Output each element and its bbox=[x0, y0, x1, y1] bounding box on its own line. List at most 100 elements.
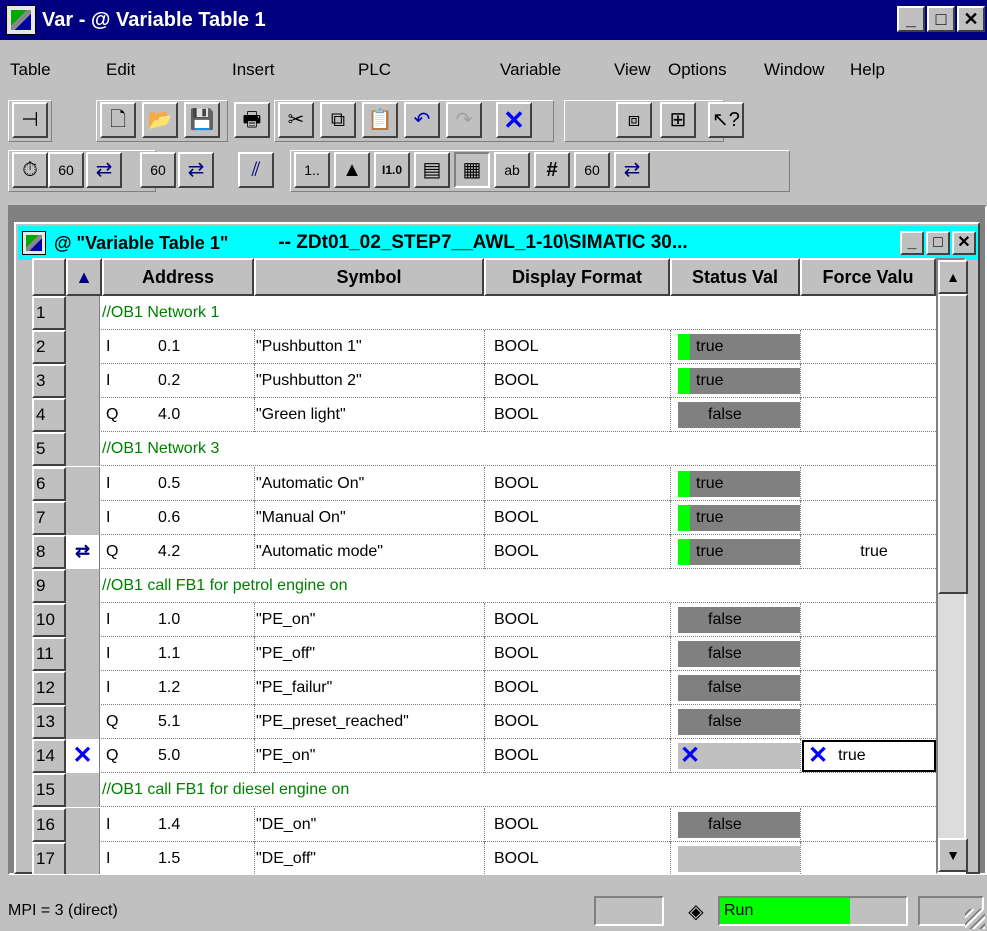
address-cell[interactable]: 0.1 bbox=[158, 330, 238, 364]
app-icon[interactable] bbox=[6, 5, 36, 35]
corner-header[interactable] bbox=[32, 258, 66, 296]
operand-cell[interactable]: I bbox=[106, 330, 136, 364]
save-icon[interactable]: 💾 bbox=[184, 102, 220, 138]
minimize-button[interactable]: _ bbox=[897, 6, 925, 32]
operand-cell[interactable]: I bbox=[106, 637, 136, 671]
operand-cell[interactable]: Q bbox=[106, 535, 136, 569]
operand-cell[interactable]: I bbox=[106, 501, 136, 535]
cut-icon[interactable]: ✂ bbox=[278, 102, 314, 138]
comment-cell[interactable]: //OB1 Network 3 bbox=[102, 432, 219, 466]
table-row[interactable]: 9 //OB1 call FB1 for petrol engine on bbox=[32, 568, 936, 603]
table-row[interactable]: 6 I 0.5 "Automatic On" BOOL true bbox=[32, 466, 936, 501]
modify-icon[interactable]: ⇄ bbox=[86, 152, 122, 188]
help-pointer-icon[interactable]: ↖? bbox=[708, 102, 744, 138]
open-folder-icon[interactable]: 📂 bbox=[142, 102, 178, 138]
table-row[interactable]: 2 I 0.1 "Pushbutton 1" BOOL true bbox=[32, 330, 936, 365]
force-value-cell[interactable] bbox=[802, 671, 932, 705]
address-cell[interactable]: 5.1 bbox=[158, 705, 238, 739]
table-row[interactable]: 1 //OB1 Network 1 bbox=[32, 296, 936, 330]
force-value-cell[interactable] bbox=[802, 603, 932, 637]
glasses-icon[interactable]: 60 bbox=[48, 152, 84, 188]
address-cell[interactable]: 1.1 bbox=[158, 637, 238, 671]
symbol-cell[interactable]: "PE_off" bbox=[256, 637, 482, 671]
column-address-icon[interactable]: 1.. bbox=[294, 152, 330, 188]
display-format-cell[interactable]: BOOL bbox=[494, 637, 664, 671]
table-row[interactable]: 8 ⇄ Q 4.2 "Automatic mode" BOOL true true bbox=[32, 534, 936, 569]
scroll-up-icon[interactable]: ▲ bbox=[938, 260, 968, 294]
force-value-cell[interactable] bbox=[802, 398, 932, 432]
symbol-cell[interactable]: "Pushbutton 2" bbox=[256, 364, 482, 398]
address-cell[interactable]: 1.0 bbox=[158, 603, 238, 637]
display-format-cell[interactable]: BOOL bbox=[494, 467, 664, 501]
menu-insert[interactable]: Insert bbox=[232, 60, 275, 80]
monitor-clock-icon[interactable]: ⏱ bbox=[12, 152, 48, 188]
redo-icon[interactable]: ↷ bbox=[446, 102, 482, 138]
modify-peripheral-icon[interactable]: ⫽ bbox=[238, 152, 274, 188]
operand-cell[interactable]: Q bbox=[106, 398, 136, 432]
address-cell[interactable]: 4.0 bbox=[158, 398, 238, 432]
new-file-icon[interactable]: 🗋 bbox=[100, 102, 136, 138]
row-number[interactable]: 3 bbox=[32, 364, 66, 399]
column-operand-icon[interactable]: ▲ bbox=[334, 152, 370, 188]
symbol-cell[interactable]: "Automatic On" bbox=[256, 467, 482, 501]
symbol-cell[interactable]: "PE_on" bbox=[256, 603, 482, 637]
column-status-glasses-icon[interactable]: 60 bbox=[574, 152, 610, 188]
table-row[interactable]: 15 //OB1 call FB1 for diesel engine on bbox=[32, 773, 936, 808]
column-header-display-format[interactable]: Display Format bbox=[484, 258, 670, 296]
display-format-cell[interactable]: BOOL bbox=[494, 364, 664, 398]
address-cell[interactable]: 0.6 bbox=[158, 501, 238, 535]
table-row[interactable]: 17 I 1.5 "DE_off" BOOL bbox=[32, 841, 936, 874]
menu-variable[interactable]: Variable bbox=[500, 60, 561, 80]
child-title-bar[interactable]: @ "Variable Table 1" -- ZDt01_02_STEP7__… bbox=[18, 226, 978, 260]
column-format-icon[interactable]: ▦ bbox=[454, 152, 490, 188]
row-number[interactable]: 14 bbox=[32, 739, 66, 774]
close-button[interactable]: ✕ bbox=[957, 6, 985, 32]
display-format-cell[interactable]: BOOL bbox=[494, 808, 664, 842]
column-status-icon[interactable]: # bbox=[534, 152, 570, 188]
pin-icon[interactable]: ⊣ bbox=[12, 102, 48, 138]
row-number[interactable]: 6 bbox=[32, 466, 66, 501]
operand-cell[interactable]: I bbox=[106, 842, 136, 874]
table-row[interactable]: 14 ✕ Q 5.0 "PE_on" BOOL ✕ ✕ true bbox=[32, 739, 936, 774]
symbol-cell[interactable]: "PE_failur" bbox=[256, 671, 482, 705]
force-value-cell[interactable] bbox=[802, 467, 932, 501]
copy-icon[interactable]: ⧉ bbox=[320, 102, 356, 138]
column-header-force-value[interactable]: Force Valu bbox=[800, 258, 936, 296]
table-icon[interactable] bbox=[22, 231, 46, 255]
column-modify-icon[interactable]: ⇄ bbox=[614, 152, 650, 188]
table-row[interactable]: 4 Q 4.0 "Green light" BOOL false bbox=[32, 398, 936, 433]
operand-cell[interactable]: I bbox=[106, 808, 136, 842]
menu-edit[interactable]: Edit bbox=[106, 60, 135, 80]
child-maximize-button[interactable]: □ bbox=[926, 231, 950, 255]
force-value-cell[interactable] bbox=[802, 637, 932, 671]
force-value-cell[interactable] bbox=[802, 808, 932, 842]
operand-cell[interactable]: I bbox=[106, 364, 136, 398]
force-value-cell[interactable] bbox=[802, 330, 932, 364]
table-row[interactable]: 3 I 0.2 "Pushbutton 2" BOOL true bbox=[32, 364, 936, 399]
menu-view[interactable]: View bbox=[614, 60, 651, 80]
menu-plc[interactable]: PLC bbox=[358, 60, 391, 80]
symbol-cell[interactable]: "Pushbutton 1" bbox=[256, 330, 482, 364]
operand-cell[interactable]: Q bbox=[106, 739, 136, 773]
table-row[interactable]: 16 I 1.4 "DE_on" BOOL false bbox=[32, 807, 936, 842]
display-format-cell[interactable]: BOOL bbox=[494, 739, 664, 773]
app-title-bar[interactable]: Var - @ Variable Table 1 _ □ ✕ bbox=[0, 0, 987, 40]
scroll-thumb[interactable] bbox=[938, 294, 968, 594]
scroll-down-icon[interactable]: ▼ bbox=[938, 838, 968, 872]
address-cell[interactable]: 1.4 bbox=[158, 808, 238, 842]
column-display-icon[interactable]: ab bbox=[494, 152, 530, 188]
table-row[interactable]: 5 //OB1 Network 3 bbox=[32, 432, 936, 467]
resize-grip-icon[interactable] bbox=[965, 909, 985, 929]
force-value-cell[interactable]: true bbox=[802, 535, 932, 569]
display-format-cell[interactable]: BOOL bbox=[494, 330, 664, 364]
operand-cell[interactable]: I bbox=[106, 603, 136, 637]
display-format-cell[interactable]: BOOL bbox=[494, 603, 664, 637]
address-cell[interactable]: 0.2 bbox=[158, 364, 238, 398]
menu-help[interactable]: Help bbox=[850, 60, 885, 80]
online-icon[interactable]: ⧈ bbox=[616, 102, 652, 138]
modify-trigger-icon[interactable]: ⇄ bbox=[178, 152, 214, 188]
row-number[interactable]: 13 bbox=[32, 705, 66, 740]
menu-table[interactable]: Table bbox=[10, 60, 51, 80]
row-number[interactable]: 5 bbox=[32, 432, 66, 467]
force-value-cell[interactable] bbox=[802, 501, 932, 535]
